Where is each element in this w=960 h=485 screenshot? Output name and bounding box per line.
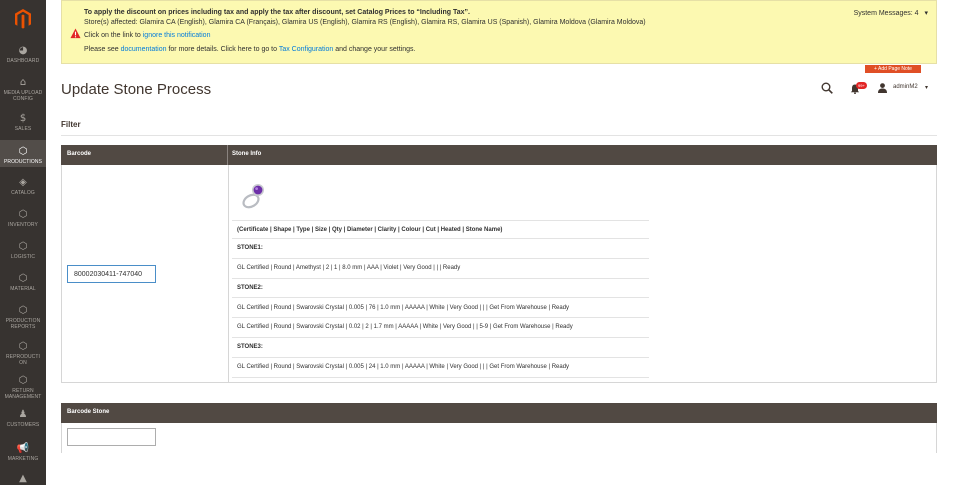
nav-sales[interactable]: $ SALES [0, 112, 46, 134]
hexagon-icon: ⬡ [18, 208, 28, 220]
hexagon-icon: ⬡ [18, 304, 28, 316]
system-messages-dropdown[interactable]: System Messages: 4 ▾ [854, 9, 928, 17]
hexagon-icon: ⬡ [18, 340, 28, 352]
nav-label: CATALOG [11, 190, 35, 196]
barcode-stone-section [61, 423, 937, 453]
nav-logistic[interactable]: ⬡ LOGISTIC [0, 240, 46, 262]
system-messages-label: System Messages: 4 [853, 10, 919, 17]
notice-text: Please see [84, 46, 121, 53]
ring-product-image [242, 184, 264, 209]
stone2-label: STONE2: [232, 279, 649, 298]
nav-return-management[interactable]: ⬡ RETURN MANAGEMENT [0, 374, 46, 402]
barcode-input[interactable] [67, 265, 156, 283]
admin-sidebar: ◕ DASHBOARD ⌂ MEDIA UPLOAD CONFIG $ SALE… [0, 0, 46, 485]
nav-label: PRODUCTION REPORTS [5, 318, 41, 330]
nav-label: LOGISTIC [10, 254, 36, 260]
search-icon[interactable] [821, 82, 833, 94]
notice-title: To apply the discount on prices includin… [84, 9, 470, 16]
nav-reproduction[interactable]: ⬡ REPRODUCTION [0, 340, 46, 368]
barcode-stone-input[interactable] [67, 428, 156, 446]
stone-columns-header: (Certificate | Shape | Type | Size | Qty… [232, 220, 649, 239]
stone2-row: GL Certified | Round | Swarovski Crystal… [232, 298, 649, 318]
nav-inventory[interactable]: ⬡ INVENTORY [0, 208, 46, 230]
notice-text: Click on the link to [84, 32, 143, 39]
magento-logo-icon[interactable] [0, 0, 46, 38]
home-icon: ⌂ [19, 76, 27, 88]
nav-label: SALES [14, 126, 32, 132]
notice-stores: Store(s) affected: Glamira CA (English),… [84, 19, 646, 26]
nav-label: MEDIA UPLOAD CONFIG [3, 90, 43, 102]
user-icon[interactable] [878, 83, 887, 93]
stone3-label: STONE3: [232, 338, 649, 358]
column-divider [228, 165, 229, 383]
megaphone-icon: 📢 [16, 442, 30, 454]
nav-label: MATERIAL [10, 286, 36, 292]
column-divider [227, 145, 228, 165]
nav-content[interactable]: ▲ [0, 472, 46, 485]
chevron-down-icon: ▾ [924, 10, 928, 17]
notification-count-badge: 99+ [856, 82, 867, 89]
nav-dashboard[interactable]: ◕ DASHBOARD [0, 44, 46, 66]
stone-table-header: Barcode Stone Info [61, 145, 937, 165]
content-icon: ▲ [19, 472, 27, 484]
stone1-label: STONE1: [232, 239, 649, 259]
tax-configuration-link[interactable]: Tax Configuration [279, 46, 333, 53]
nav-productions[interactable]: ⬡ PRODUCTIONS [0, 140, 46, 167]
notice-text: for more details. Click here to go to [166, 46, 279, 53]
column-header-barcode: Barcode [67, 151, 92, 157]
nav-label: DASHBOARD [6, 58, 40, 64]
filter-heading: Filter [61, 120, 81, 129]
hexagon-icon: ⬡ [18, 240, 28, 252]
hexagon-icon: ⬡ [18, 272, 28, 284]
stone1-row: GL Certified | Round | Amethyst | 2 | 1 … [232, 259, 649, 279]
nav-media-upload-config[interactable]: ⌂ MEDIA UPLOAD CONFIG [0, 76, 46, 104]
nav-label: REPRODUCTION [5, 354, 41, 366]
hexagon-icon: ⬡ [18, 145, 28, 157]
nav-label: INVENTORY [8, 222, 38, 228]
admin-user-menu[interactable]: adminM2 [893, 84, 918, 90]
nav-label: CUSTOMERS [6, 422, 40, 428]
nav-production-reports[interactable]: ⬡ PRODUCTION REPORTS [0, 304, 46, 332]
notice-text: and change your settings. [333, 46, 416, 53]
stone3-row: GL Certified | Round | Swarovski Crystal… [232, 358, 649, 378]
notice-ignore-line: Click on the link to ignore this notific… [84, 32, 210, 39]
warning-icon [70, 28, 81, 39]
page-title: Update Stone Process [61, 81, 212, 98]
system-notice: To apply the discount on prices includin… [61, 0, 937, 64]
add-page-note-button[interactable]: + Add Page Note [865, 65, 921, 73]
hexagon-icon: ⬡ [18, 374, 28, 386]
column-header-stone-info: Stone Info [232, 151, 262, 157]
nav-material[interactable]: ⬡ MATERIAL [0, 272, 46, 294]
nav-marketing[interactable]: 📢 MARKETING [0, 442, 46, 464]
dollar-icon: $ [19, 112, 27, 124]
divider [61, 135, 937, 136]
documentation-link[interactable]: documentation [121, 46, 167, 53]
nav-label: RETURN MANAGEMENT [4, 388, 42, 400]
barcode-stone-label: Barcode Stone [67, 409, 110, 415]
nav-customers[interactable]: ♟ CUSTOMERS [0, 408, 46, 430]
nav-label: MARKETING [7, 456, 39, 462]
cube-icon: ◈ [19, 176, 27, 188]
chevron-down-icon[interactable]: ▾ [925, 84, 928, 91]
person-icon: ♟ [18, 408, 28, 420]
barcode-stone-header: Barcode Stone [61, 403, 937, 423]
dashboard-icon: ◕ [18, 44, 28, 56]
ignore-notification-link[interactable]: ignore this notification [143, 32, 211, 39]
nav-label: PRODUCTIONS [3, 159, 43, 165]
nav-catalog[interactable]: ◈ CATALOG [0, 176, 46, 198]
notice-docs-line: Please see documentation for more detail… [84, 46, 415, 53]
stone2-row: GL Certified | Round | Swarovski Crystal… [232, 318, 649, 338]
